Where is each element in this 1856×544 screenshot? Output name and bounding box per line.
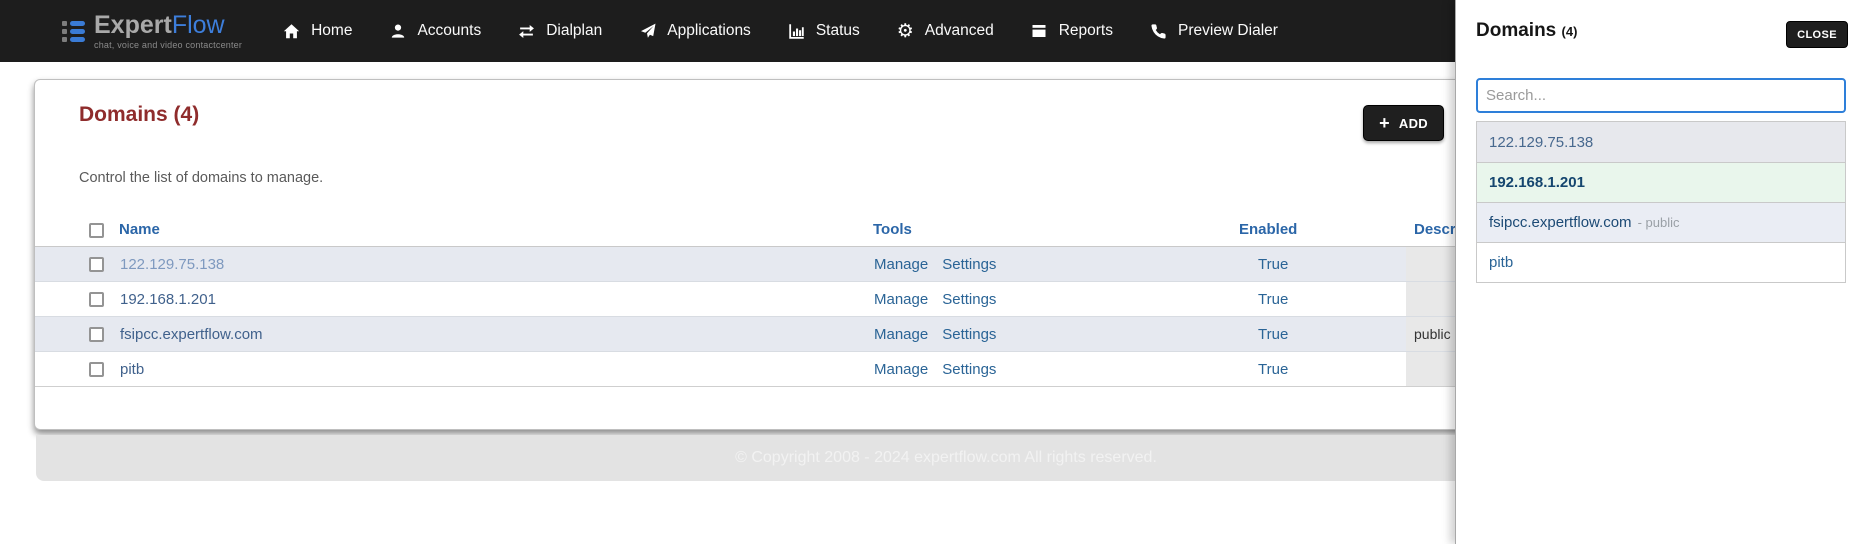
table-row: 122.129.75.138 Manage Settings True bbox=[35, 246, 1483, 282]
table-header-row: Name Tools Enabled Description bbox=[35, 217, 1497, 247]
paper-plane-icon bbox=[638, 22, 657, 41]
nav-item-advanced[interactable]: ⚙ Advanced bbox=[896, 22, 994, 41]
table-row: fsipcc.expertflow.com Manage Settings Tru… bbox=[35, 316, 1483, 352]
manage-link[interactable]: Manage bbox=[874, 361, 928, 378]
nav-item-home[interactable]: Home bbox=[282, 22, 352, 41]
close-button[interactable]: CLOSE bbox=[1786, 21, 1848, 48]
page-subtitle: Control the list of domains to manage. bbox=[79, 170, 324, 186]
panel-count: (4) bbox=[1561, 24, 1578, 39]
manage-link[interactable]: Manage bbox=[874, 256, 928, 273]
panel-item-suffix: - public bbox=[1637, 215, 1680, 230]
domains-side-panel: Domains (4) CLOSE 122.129.75.138 192.168… bbox=[1455, 0, 1856, 544]
settings-link[interactable]: Settings bbox=[942, 326, 996, 343]
domain-name-link[interactable]: pitb bbox=[120, 361, 144, 378]
domain-name-link[interactable]: fsipcc.expertflow.com bbox=[120, 326, 263, 343]
brand-tagline: chat, voice and video contactcenter bbox=[94, 39, 243, 50]
row-checkbox[interactable] bbox=[89, 362, 104, 378]
settings-link[interactable]: Settings bbox=[942, 291, 996, 308]
panel-domain-list: 122.129.75.138 192.168.1.201 fsipcc.expe… bbox=[1476, 121, 1846, 283]
enabled-value: True bbox=[1258, 325, 1289, 343]
phone-icon bbox=[1149, 22, 1168, 41]
enabled-value: True bbox=[1258, 360, 1289, 378]
table-row: pitb Manage Settings True bbox=[35, 351, 1483, 387]
panel-list-item[interactable]: fsipcc.expertflow.com - public bbox=[1477, 202, 1845, 242]
panel-list-item[interactable]: 122.129.75.138 bbox=[1477, 122, 1845, 162]
domain-name-link[interactable]: 192.168.1.201 bbox=[120, 291, 216, 308]
page-title: Domains (4) bbox=[79, 103, 200, 126]
brand-logo[interactable]: ExpertFlow chat, voice and video contact… bbox=[62, 10, 243, 50]
panel-title: Domains (4) bbox=[1476, 20, 1578, 41]
brand-name: ExpertFlow bbox=[94, 10, 225, 39]
gear-icon: ⚙ bbox=[896, 20, 914, 42]
manage-link[interactable]: Manage bbox=[874, 291, 928, 308]
nav-item-dialplan[interactable]: Dialplan bbox=[517, 22, 602, 41]
nav-menu: Home Accounts Dialplan Applications Stat… bbox=[282, 22, 1278, 41]
nav-item-status[interactable]: Status bbox=[787, 22, 860, 41]
home-icon bbox=[282, 22, 301, 41]
settings-link[interactable]: Settings bbox=[942, 256, 996, 273]
brand-list-icon bbox=[62, 20, 85, 42]
table-row: 192.168.1.201 Manage Settings True bbox=[35, 281, 1483, 317]
column-header-name: Name bbox=[119, 221, 160, 238]
nav-item-reports[interactable]: Reports bbox=[1030, 22, 1113, 41]
book-icon bbox=[1030, 22, 1049, 41]
panel-search-input[interactable] bbox=[1476, 78, 1846, 113]
user-icon bbox=[388, 22, 407, 41]
plus-icon: + bbox=[1379, 113, 1390, 133]
manage-link[interactable]: Manage bbox=[874, 326, 928, 343]
enabled-value: True bbox=[1258, 290, 1289, 308]
domains-card: Domains (4) + ADD Control the list of do… bbox=[34, 79, 1497, 430]
settings-link[interactable]: Settings bbox=[942, 361, 996, 378]
column-header-tools: Tools bbox=[873, 221, 912, 238]
nav-item-applications[interactable]: Applications bbox=[638, 22, 751, 41]
domains-table: Name Tools Enabled Description 122.129.7… bbox=[35, 217, 1497, 387]
row-checkbox[interactable] bbox=[89, 292, 104, 308]
swap-arrows-icon bbox=[517, 22, 536, 41]
select-all-checkbox[interactable] bbox=[89, 222, 104, 238]
copyright-text: © Copyright 2008 - 2024 expertflow.com A… bbox=[735, 449, 1157, 466]
panel-list-item[interactable]: pitb bbox=[1477, 242, 1845, 282]
panel-list-item[interactable]: 192.168.1.201 bbox=[1477, 162, 1845, 202]
nav-item-preview-dialer[interactable]: Preview Dialer bbox=[1149, 22, 1278, 41]
enabled-value: True bbox=[1258, 255, 1289, 273]
bar-chart-icon bbox=[787, 22, 806, 41]
nav-item-accounts[interactable]: Accounts bbox=[388, 22, 481, 41]
domain-name-link[interactable]: 122.129.75.138 bbox=[120, 256, 224, 273]
row-checkbox[interactable] bbox=[89, 327, 104, 343]
add-button[interactable]: + ADD bbox=[1363, 105, 1444, 141]
row-checkbox[interactable] bbox=[89, 257, 104, 273]
column-header-enabled: Enabled bbox=[1239, 221, 1298, 238]
